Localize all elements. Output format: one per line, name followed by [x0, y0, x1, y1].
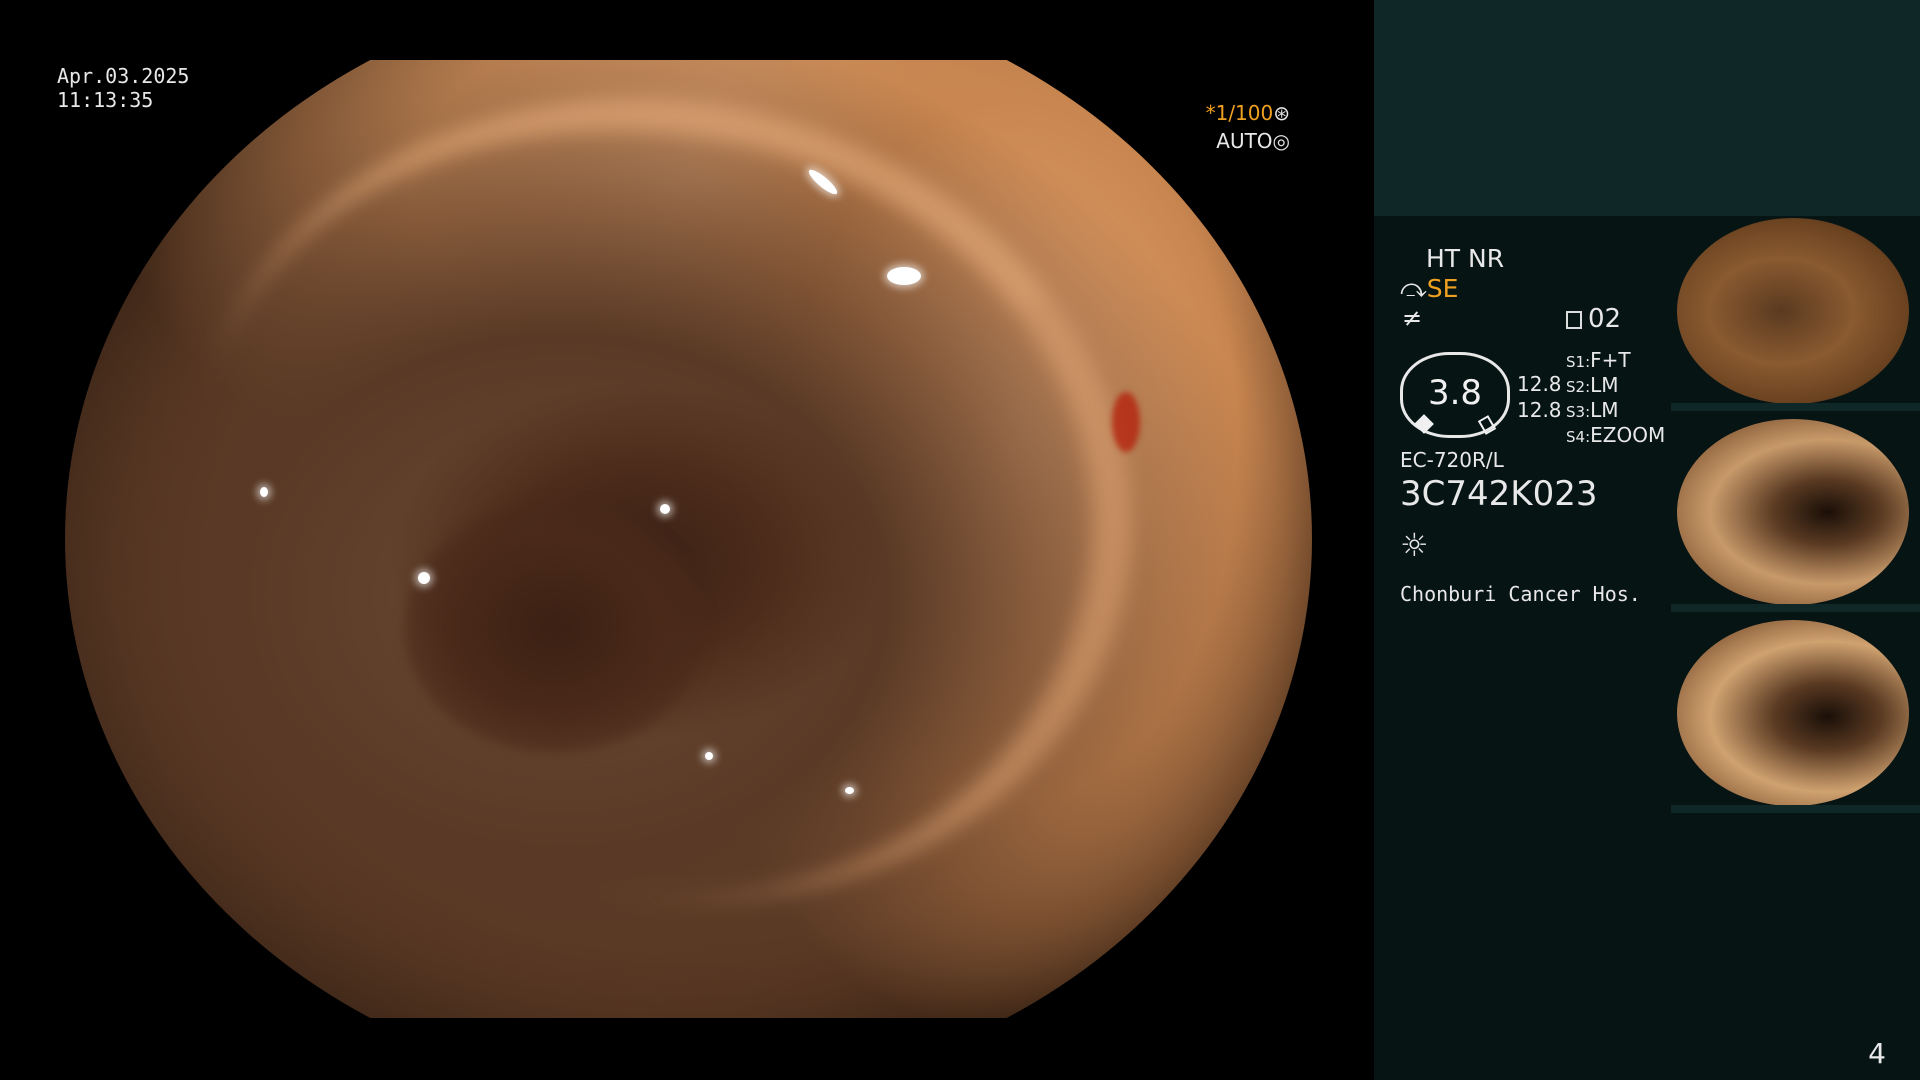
shutter-mode: AUTO: [1216, 129, 1273, 153]
switch-row: S1:F+T: [1566, 348, 1665, 373]
light-reflection: [705, 752, 713, 760]
switch-key: S1:: [1566, 353, 1591, 371]
red-spot: [1112, 392, 1140, 452]
switch-value: EZOOM: [1590, 423, 1666, 447]
thumbnail[interactable]: [1671, 618, 1920, 813]
aperture-icon: ⊛: [1273, 101, 1290, 125]
light-reflection: [887, 267, 921, 285]
scope-model: EC-720R/L: [1400, 448, 1504, 472]
thumbnail-image: [1677, 218, 1909, 404]
gauge-marker-left: [1414, 414, 1434, 434]
switch-key: S3:: [1566, 403, 1591, 421]
sun-icon: ☼: [1400, 526, 1429, 564]
switch-assignments: S1:F+T S2:LM S3:LM S4:EZOOM: [1566, 348, 1665, 448]
endoscope-live-view: [65, 60, 1312, 1018]
gauge-side-value-1: 12.8: [1517, 372, 1562, 396]
switch-value: LM: [1590, 398, 1619, 422]
thumbnail-image: [1677, 419, 1909, 605]
lumen: [405, 502, 705, 752]
gauge-marker-right: [1477, 415, 1497, 435]
iris-icon: ◎: [1272, 129, 1290, 153]
endoscope-image: [65, 60, 1312, 1018]
light-reflection: [418, 572, 430, 584]
flat-line-icon: ≠: [1402, 304, 1423, 332]
thumbnail-footer: [1671, 604, 1920, 612]
datetime: Apr.03.2025 11:13:35: [57, 64, 189, 112]
light-reflection: [660, 504, 670, 514]
lightning-pen-icon: ⤼: [1400, 274, 1427, 303]
switch-value: F+T: [1590, 348, 1631, 372]
scope-serial: 3C742K023: [1400, 474, 1598, 514]
panel-header-area: [1374, 0, 1920, 216]
endoscopy-screen: Apr.03.2025 11:13:35 *1/100⊛ AUTO◎ HT NR…: [0, 0, 1920, 1080]
page-number: 4: [1868, 1037, 1886, 1070]
capture-thumbnails: [1671, 216, 1920, 819]
gauge: 3.8: [1400, 352, 1510, 438]
light-reflection: [260, 487, 268, 497]
light-reflection: [845, 787, 854, 794]
record-counter: 02: [1566, 304, 1621, 334]
hospital-name: Chonburi Cancer Hos.: [1400, 582, 1641, 606]
switch-row: S4:EZOOM: [1566, 423, 1665, 448]
switch-row: S3:LM: [1566, 398, 1665, 423]
shutter-speed: *1/100: [1205, 101, 1274, 125]
switch-value: LM: [1590, 373, 1619, 397]
structure-mode-label: SE: [1426, 274, 1459, 303]
record-number: 02: [1588, 304, 1622, 334]
thumbnail-image: [1677, 620, 1909, 806]
thumbnail-footer: [1671, 805, 1920, 813]
thumbnail-footer: [1671, 403, 1920, 411]
shutter-info: *1/100⊛ AUTO◎: [1206, 99, 1290, 155]
gauge-side-value-2: 12.8: [1517, 398, 1562, 422]
enhancement-label: HT NR: [1426, 244, 1505, 273]
switch-row: S2:LM: [1566, 373, 1665, 398]
time-label: 11:13:35: [57, 88, 154, 112]
mucosal-fold: [122, 60, 1208, 986]
switch-key: S2:: [1566, 378, 1591, 396]
thumbnail[interactable]: [1671, 216, 1920, 411]
date-label: Apr.03.2025: [57, 64, 190, 88]
switch-key: S4:: [1566, 428, 1591, 446]
document-icon: [1566, 311, 1582, 329]
structure-mode: ⤼SE: [1400, 274, 1458, 304]
gauge-value: 3.8: [1427, 373, 1483, 413]
thumbnail[interactable]: [1671, 417, 1920, 612]
